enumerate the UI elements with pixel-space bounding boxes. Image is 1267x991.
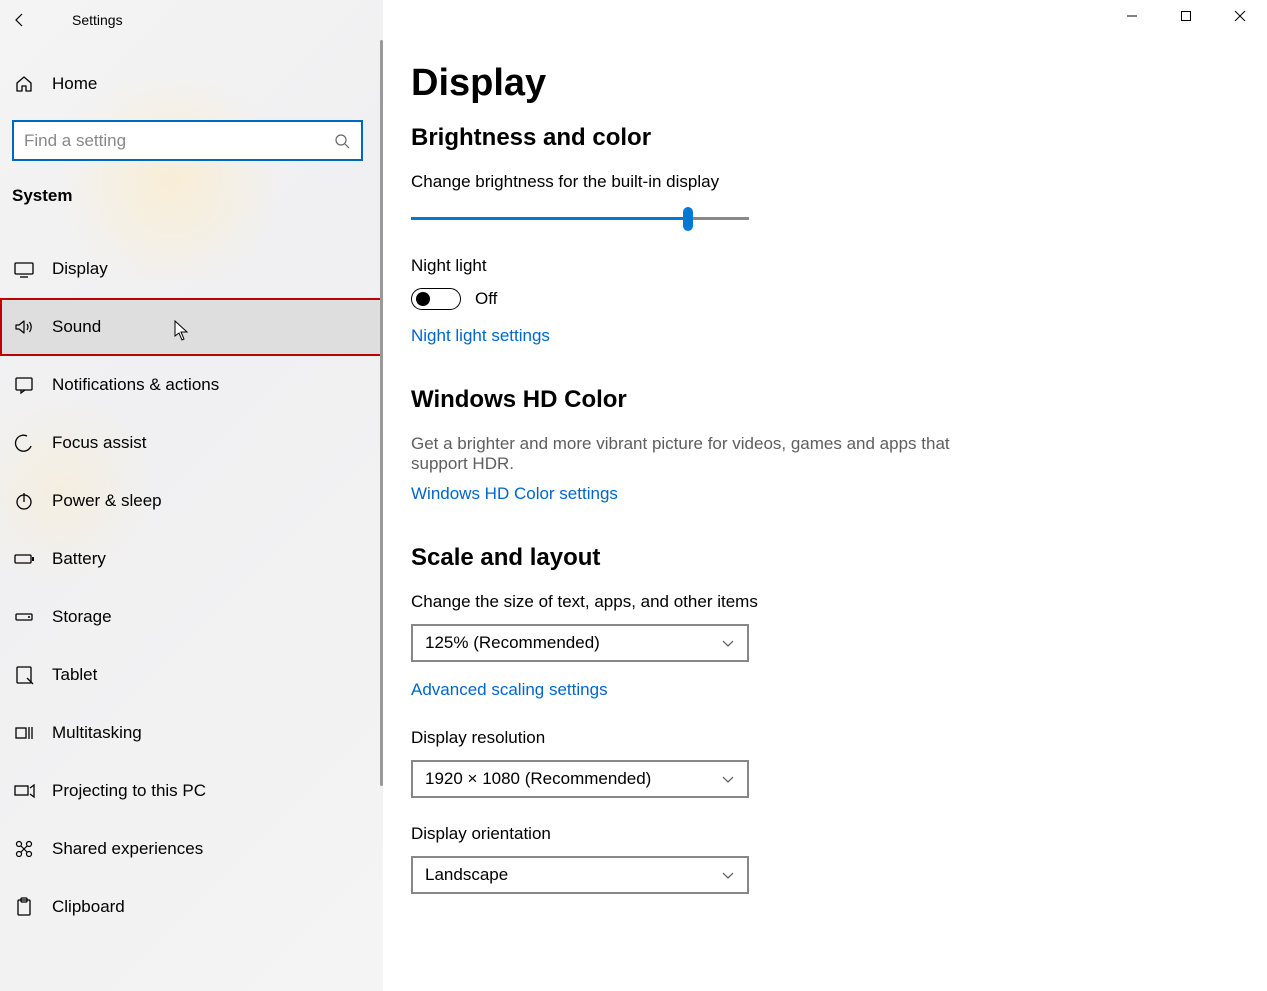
orientation-label: Display orientation xyxy=(411,824,1131,844)
scale-label: Change the size of text, apps, and other… xyxy=(411,592,1131,612)
page-title: Display xyxy=(411,62,546,105)
sidebar-item-label: Focus assist xyxy=(52,433,146,453)
chevron-down-icon xyxy=(721,636,735,650)
night-light-state: Off xyxy=(475,289,497,309)
sidebar-item-display[interactable]: Display xyxy=(0,240,383,298)
sidebar-item-sound[interactable]: Sound xyxy=(0,298,383,356)
clipboard-icon xyxy=(12,895,36,919)
orientation-value: Landscape xyxy=(425,865,508,885)
sidebar: Home System Display Sound Notifications … xyxy=(0,0,383,991)
sidebar-item-focus-assist[interactable]: Focus assist xyxy=(0,414,383,472)
toggle-knob xyxy=(416,292,430,306)
brightness-slider[interactable] xyxy=(411,204,749,232)
minimize-icon xyxy=(1126,10,1138,22)
resolution-dropdown[interactable]: 1920 × 1080 (Recommended) xyxy=(411,760,749,798)
search-box[interactable] xyxy=(12,120,363,161)
home-label: Home xyxy=(52,74,97,94)
hd-description: Get a brighter and more vibrant picture … xyxy=(411,434,951,474)
sidebar-item-label: Shared experiences xyxy=(52,839,203,859)
section-heading: Brightness and color xyxy=(411,124,1131,152)
close-icon xyxy=(1234,10,1246,22)
content-area: Brightness and color Change brightness f… xyxy=(411,124,1131,934)
search-icon xyxy=(333,132,351,150)
main-content: Display Brightness and color Change brig… xyxy=(383,0,1267,991)
power-icon xyxy=(12,489,36,513)
advanced-scaling-link[interactable]: Advanced scaling settings xyxy=(411,680,1131,700)
sidebar-item-multitasking[interactable]: Multitasking xyxy=(0,704,383,762)
sidebar-item-label: Clipboard xyxy=(52,897,125,917)
sidebar-item-storage[interactable]: Storage xyxy=(0,588,383,646)
orientation-dropdown[interactable]: Landscape xyxy=(411,856,749,894)
scale-value: 125% (Recommended) xyxy=(425,633,600,653)
close-button[interactable] xyxy=(1213,0,1267,32)
sound-icon xyxy=(12,315,36,339)
sidebar-item-label: Tablet xyxy=(52,665,97,685)
resolution-label: Display resolution xyxy=(411,728,1131,748)
sidebar-item-label: Battery xyxy=(52,549,106,569)
arrow-left-icon xyxy=(11,11,29,29)
sidebar-item-label: Projecting to this PC xyxy=(52,781,206,801)
projecting-icon xyxy=(12,779,36,803)
focus-assist-icon xyxy=(12,431,36,455)
maximize-icon xyxy=(1180,10,1192,22)
sidebar-item-label: Notifications & actions xyxy=(52,375,219,395)
multitasking-icon xyxy=(12,721,36,745)
sidebar-item-projecting[interactable]: Projecting to this PC xyxy=(0,762,383,820)
sidebar-item-notifications[interactable]: Notifications & actions xyxy=(0,356,383,414)
home-icon xyxy=(14,74,34,94)
window-title: Settings xyxy=(72,12,123,28)
window-controls xyxy=(1105,0,1267,32)
sidebar-item-label: Display xyxy=(52,259,108,279)
chevron-down-icon xyxy=(721,772,735,786)
display-icon xyxy=(12,257,36,281)
sidebar-item-tablet[interactable]: Tablet xyxy=(0,646,383,704)
sidebar-item-shared-experiences[interactable]: Shared experiences xyxy=(0,820,383,878)
sidebar-item-label: Sound xyxy=(52,317,101,337)
section-heading: Scale and layout xyxy=(411,544,1131,572)
resolution-value: 1920 × 1080 (Recommended) xyxy=(425,769,651,789)
sidebar-category-label: System xyxy=(12,186,72,206)
scale-dropdown[interactable]: 125% (Recommended) xyxy=(411,624,749,662)
tablet-icon xyxy=(12,663,36,687)
home-nav-item[interactable]: Home xyxy=(0,64,383,104)
night-light-label: Night light xyxy=(411,256,1131,276)
scale-layout-section: Scale and layout Change the size of text… xyxy=(411,544,1131,894)
storage-icon xyxy=(12,605,36,629)
notifications-icon xyxy=(12,373,36,397)
search-input[interactable] xyxy=(24,131,333,151)
sidebar-nav: Display Sound Notifications & actions Fo… xyxy=(0,240,383,936)
minimize-button[interactable] xyxy=(1105,0,1159,32)
sidebar-item-label: Storage xyxy=(52,607,112,627)
hd-color-settings-link[interactable]: Windows HD Color settings xyxy=(411,484,1131,504)
sidebar-item-label: Multitasking xyxy=(52,723,142,743)
shared-experiences-icon xyxy=(12,837,36,861)
hd-color-section: Windows HD Color Get a brighter and more… xyxy=(411,386,1131,504)
maximize-button[interactable] xyxy=(1159,0,1213,32)
chevron-down-icon xyxy=(721,868,735,882)
section-heading: Windows HD Color xyxy=(411,386,1131,414)
sidebar-item-clipboard[interactable]: Clipboard xyxy=(0,878,383,936)
back-button[interactable] xyxy=(0,0,40,40)
night-light-settings-link[interactable]: Night light settings xyxy=(411,326,1131,346)
battery-icon xyxy=(12,547,36,571)
sidebar-item-label: Power & sleep xyxy=(52,491,162,511)
night-light-toggle[interactable] xyxy=(411,288,461,310)
brightness-label: Change brightness for the built-in displ… xyxy=(411,172,1131,192)
brightness-section: Brightness and color Change brightness f… xyxy=(411,124,1131,346)
sidebar-item-power-sleep[interactable]: Power & sleep xyxy=(0,472,383,530)
sidebar-item-battery[interactable]: Battery xyxy=(0,530,383,588)
titlebar: Settings xyxy=(0,0,1267,40)
